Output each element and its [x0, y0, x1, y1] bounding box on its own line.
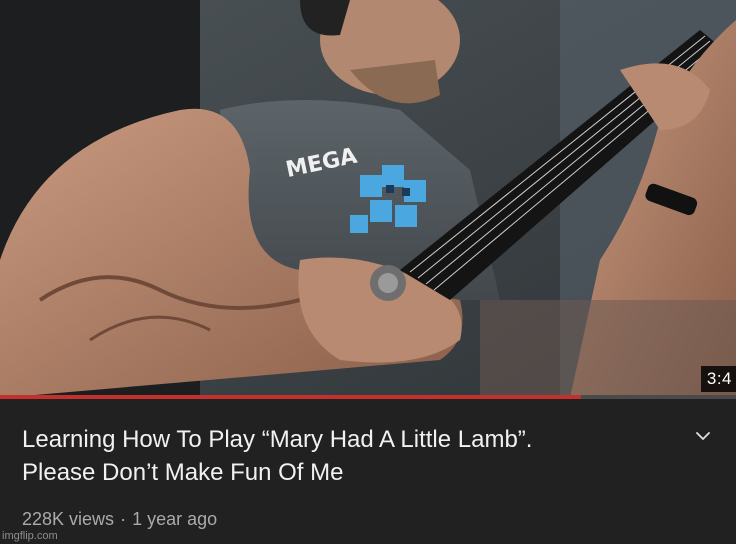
upload-age: 1 year ago	[132, 509, 218, 529]
meta-separator: ·	[120, 509, 127, 529]
view-count: 228K views	[22, 509, 115, 529]
chevron-down-icon	[696, 431, 710, 440]
imgflip-watermark: imgflip.com	[2, 530, 58, 542]
video-meta: 228K views · 1 year ago	[22, 509, 217, 530]
video-title-line-1: Learning How To Play “Mary Had A Little …	[22, 426, 533, 453]
expand-description-button[interactable]	[690, 423, 716, 449]
video-info: Learning How To Play “Mary Had A Little …	[0, 399, 736, 544]
video-title[interactable]: Learning How To Play “Mary Had A Little …	[22, 423, 672, 489]
video-thumbnail[interactable]: MEGA 3:4	[0, 0, 736, 398]
video-duration: 3:4	[700, 366, 736, 392]
video-title-line-2: Please Don’t Make Fun Of Me	[22, 459, 344, 486]
thumbnail-image: MEGA	[0, 0, 736, 398]
